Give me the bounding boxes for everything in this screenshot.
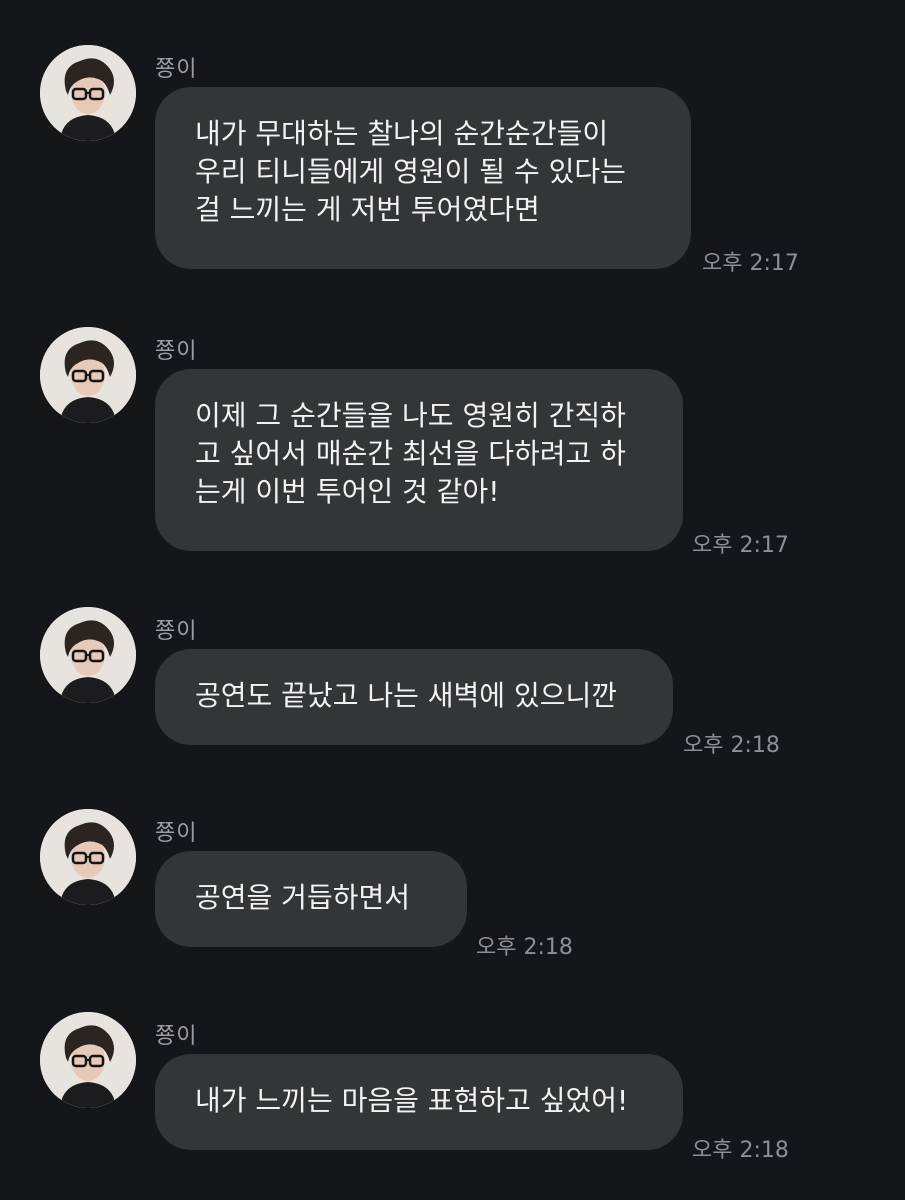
sender-name: 쭁이 [155,1024,198,1049]
avatar[interactable] [40,809,136,905]
message-bubble[interactable]: 공연도 끝났고 나는 새벽에 있으니깐 [155,649,673,745]
sender-name: 쭁이 [155,57,198,82]
message-timestamp: 오후 2:18 [476,935,573,960]
message-bubble[interactable]: 내가 느끼는 마음을 표현하고 싶었어! [155,1054,683,1150]
message-timestamp: 오후 2:17 [692,533,789,558]
avatar-photo [40,327,136,423]
message-timestamp: 오후 2:18 [692,1138,789,1163]
chat-thread[interactable]: 쭁이 내가 무대하는 찰나의 순간순간들이 우리 티니들에게 영원이 될 수 있… [0,0,905,1200]
avatar-photo [40,809,136,905]
message-bubble[interactable]: 이제 그 순간들을 나도 영원히 간직하 고 싶어서 매순간 최선을 다하려고 … [155,369,683,551]
sender-name: 쭁이 [155,339,198,364]
avatar[interactable] [40,327,136,423]
avatar[interactable] [40,607,136,703]
sender-name: 쭁이 [155,821,198,846]
message-bubble[interactable]: 내가 무대하는 찰나의 순간순간들이 우리 티니들에게 영원이 될 수 있다는 … [155,87,691,269]
avatar-photo [40,607,136,703]
avatar-photo [40,1012,136,1108]
sender-name: 쭁이 [155,619,198,644]
message-timestamp: 오후 2:17 [702,251,799,276]
message-bubble[interactable]: 공연을 거듭하면서 [155,851,467,947]
avatar-photo [40,45,136,141]
avatar[interactable] [40,1012,136,1108]
message-timestamp: 오후 2:18 [683,733,780,758]
avatar[interactable] [40,45,136,141]
